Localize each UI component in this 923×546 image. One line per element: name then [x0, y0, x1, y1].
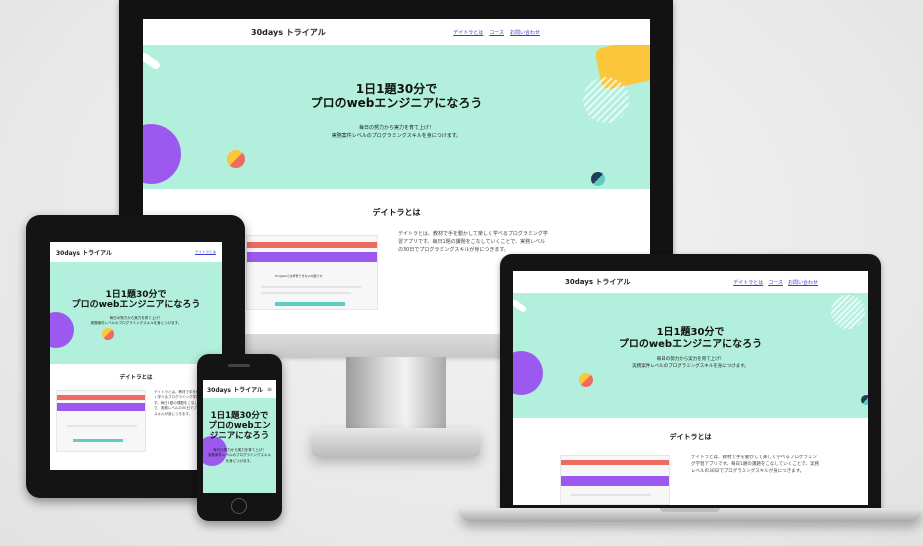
desktop-nav-course[interactable]: コース [489, 29, 504, 36]
phone-home-button [231, 498, 247, 514]
laptop-nav-contact[interactable]: お問い合わせ [788, 279, 818, 286]
laptop-app-preview [560, 455, 670, 505]
phone-hero-subtitle: 毎日の努力から実力を育て上げ！ 実務案件レベルのプログラミングスキルを身につけま… [208, 448, 271, 463]
laptop-nav-about[interactable]: デイトラとは [733, 279, 763, 286]
tablet-hero-title: 1日1題30分で プロのwebエンジニアになろう [71, 290, 201, 311]
white-pill-decoration [143, 51, 162, 71]
laptop-about-text: デイトラとは、教材で手を動かして楽しく学べるプログラミング学習アプリです。毎日1… [691, 455, 819, 474]
desktop-about-text: デイトラとは、教材で手を動かして楽しく学べるプログラミング学習アプリです。毎日1… [398, 231, 548, 253]
coral-circle-decoration [102, 328, 114, 340]
tablet-app-preview [56, 390, 146, 452]
phone-screen: 30days トライアル ≡ 1日1題30分で プロのwebエン ジニアになろう… [203, 380, 276, 493]
desktop-card-title: Progateでは学習できない内容です [275, 274, 323, 278]
desktop-app-preview: Progateでは学習できない内容です [246, 235, 378, 310]
laptop-hero-subtitle: 毎日の努力から実力を育て上げ！ 実務案件レベルのプログラミングスキルを身につけま… [632, 357, 749, 369]
device-mockup-stage: 30days トライアル デイトラとは コース お問い合わせ 1日1題30分で … [0, 0, 923, 546]
desktop-nav-contact[interactable]: お問い合わせ [510, 29, 540, 36]
hamburger-menu-icon[interactable]: ≡ [267, 386, 272, 393]
laptop-screen: 30days トライアル デイトラとは コース お問い合わせ 1日1題30分で … [513, 271, 868, 505]
white-pill-decoration [513, 298, 528, 314]
tablet-hero: 1日1題30分で プロのwebエンジニアになろう 毎日の努力から実力を育て上げ！… [50, 262, 222, 364]
desktop-nav: 30days トライアル デイトラとは コース お問い合わせ [143, 19, 650, 45]
navy-circle-decoration [591, 172, 605, 186]
desktop-brand[interactable]: 30days トライアル [251, 27, 326, 38]
phone-hero-title: 1日1題30分で プロのwebエン ジニアになろう [208, 411, 271, 441]
laptop-nav-course[interactable]: コース [768, 279, 783, 286]
monitor-base [312, 428, 480, 456]
coral-yellow-circle-decoration [227, 150, 245, 168]
tablet-nav-about[interactable]: デイトラとは [195, 250, 216, 255]
phone-hero: 1日1題30分で プロのwebエン ジニアになろう 毎日の努力から実力を育て上げ… [203, 398, 276, 493]
desktop-hero: 1日1題30分で プロのwebエンジニアになろう 毎日の努力から実力を育て上げ！… [143, 45, 650, 189]
laptop-brand[interactable]: 30days トライアル [565, 277, 630, 287]
navy-circle-decoration [861, 395, 868, 405]
tablet-hero-subtitle: 毎日の努力から実力を育て上げ！ 実務案件レベルのプログラミングスキルを身につけま… [90, 316, 182, 326]
desktop-nav-about[interactable]: デイトラとは [453, 29, 483, 36]
phone-speaker [228, 364, 250, 367]
tablet-brand[interactable]: 30days トライアル [56, 248, 112, 257]
laptop-notch [660, 508, 720, 512]
desktop-hero-subtitle: 毎日の努力から実力を育て上げ！ 実務案件レベルのプログラミングスキルを身につけま… [331, 125, 462, 139]
desktop-hero-title: 1日1題30分で プロのwebエンジニアになろう [310, 82, 483, 110]
laptop-section-title: デイトラとは [669, 433, 712, 441]
striped-circle-decoration [831, 295, 865, 329]
monitor-neck [346, 357, 446, 429]
phone-brand[interactable]: 30days トライアル [207, 385, 263, 394]
coral-yellow-circle-decoration [579, 373, 593, 387]
laptop-hero: 1日1題30分で プロのwebエンジニアになろう 毎日の努力から実力を育て上げ！… [513, 293, 868, 418]
laptop-hero-title: 1日1題30分で プロのwebエンジニアになろう [618, 327, 763, 350]
